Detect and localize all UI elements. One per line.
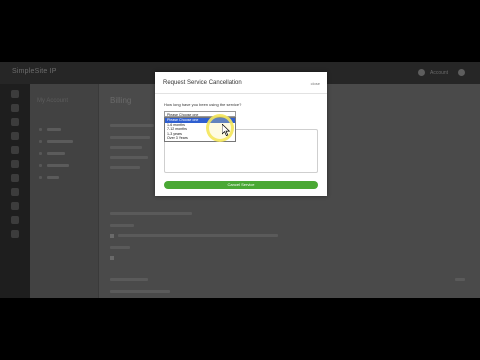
cancellation-modal: Request Service Cancellation close How l… [155, 72, 327, 196]
settings-icon[interactable] [458, 69, 465, 76]
user-icon[interactable] [418, 69, 425, 76]
close-button[interactable]: close [311, 81, 320, 86]
subnav-item-5[interactable] [47, 176, 59, 179]
section-heading [110, 212, 192, 215]
subnav-item-icon [39, 176, 42, 179]
page-title: Billing [110, 96, 132, 105]
section-text [110, 146, 142, 149]
divider [155, 93, 327, 94]
gear-icon[interactable] [11, 216, 19, 224]
section-link[interactable] [455, 278, 465, 281]
checkbox[interactable] [110, 234, 114, 238]
icon-sidebar [0, 84, 30, 298]
search-icon[interactable] [11, 104, 19, 112]
section-heading [110, 278, 148, 281]
subnav-title: My Account [37, 98, 69, 104]
field-label [110, 224, 134, 227]
modal-title: Request Service Cancellation [163, 80, 242, 86]
section-heading [110, 124, 154, 127]
field-label [110, 246, 130, 249]
account-subnav: My Account [30, 84, 99, 298]
document-icon[interactable] [11, 202, 19, 210]
mouse-pointer-icon [222, 124, 230, 136]
field-text [118, 234, 278, 237]
cancel-service-button[interactable]: Cancel Service [164, 181, 318, 189]
subnav-item-icon [39, 128, 42, 131]
checkbox[interactable] [110, 256, 114, 260]
subnav-item-icon [39, 152, 42, 155]
people-icon[interactable] [11, 118, 19, 126]
duration-question-label: How long have you been using the service… [164, 102, 242, 107]
mail-icon[interactable] [11, 188, 19, 196]
account-label[interactable]: Account [430, 70, 448, 76]
section-text [110, 166, 140, 169]
globe-icon[interactable] [11, 160, 19, 168]
phone-icon[interactable] [11, 174, 19, 182]
chart-icon[interactable] [11, 146, 19, 154]
subnav-item-2[interactable] [47, 140, 73, 143]
subnav-item-3[interactable] [47, 152, 65, 155]
tag-icon[interactable] [11, 132, 19, 140]
home-icon[interactable] [11, 90, 19, 98]
subnav-item-icon [39, 164, 42, 167]
subnav-item-icon [39, 140, 42, 143]
section-text [110, 136, 150, 139]
subnav-item-4[interactable] [47, 164, 69, 167]
section-text [110, 156, 148, 159]
help-icon[interactable] [11, 230, 19, 238]
logo: SimpleSite IP [12, 68, 57, 75]
subnav-item-1[interactable] [47, 128, 61, 131]
section-text [110, 290, 170, 293]
